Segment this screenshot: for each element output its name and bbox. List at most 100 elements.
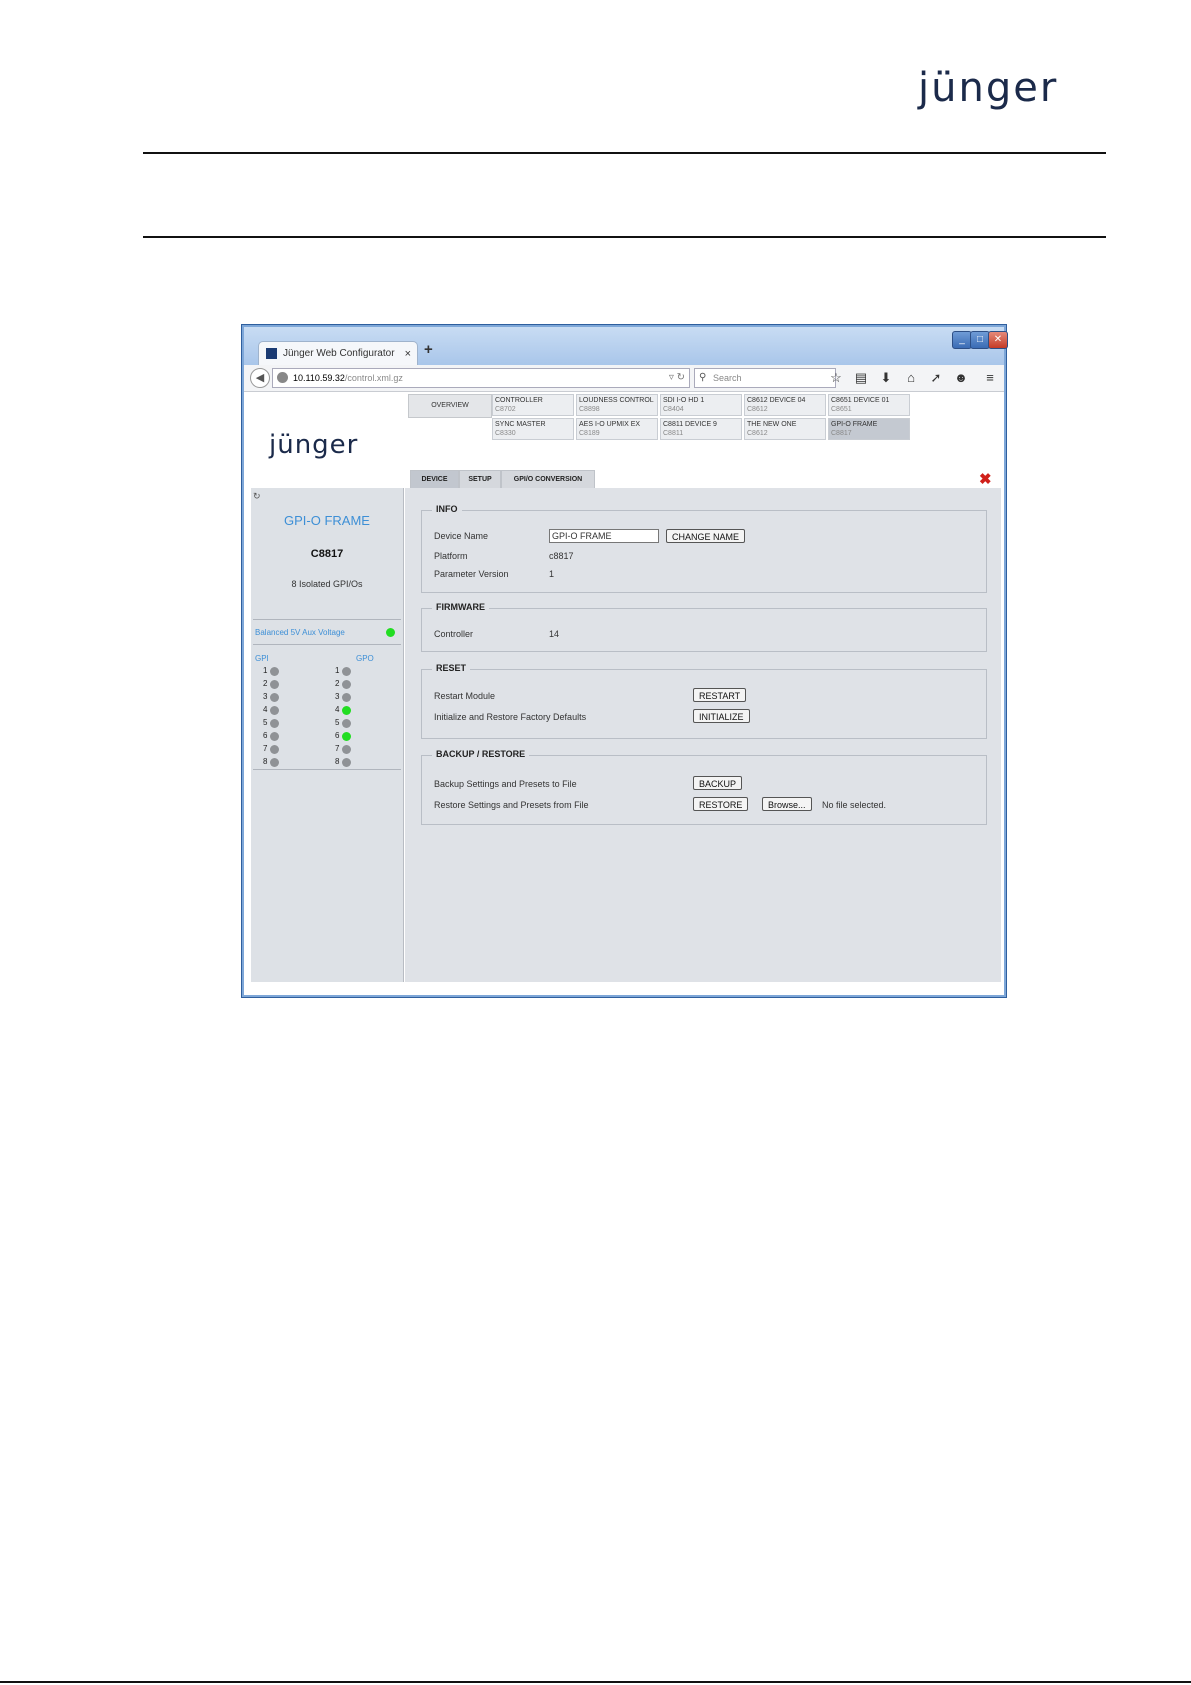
tab-setup[interactable]: SETUP: [459, 470, 501, 489]
browse-button[interactable]: Browse...: [762, 797, 812, 811]
device-name-label: Device Name: [434, 531, 489, 541]
refresh-icon[interactable]: ↻: [253, 491, 261, 502]
platform-value: c8817: [549, 551, 574, 561]
footer-rule: [0, 1681, 1191, 1683]
app-logo: jünger: [269, 430, 359, 460]
device-button[interactable]: C8811 DEVICE 9 C8811: [660, 418, 742, 440]
tab-device[interactable]: DEVICE: [410, 470, 459, 489]
parameter-version-value: 1: [549, 569, 555, 579]
restore-button[interactable]: RESTORE: [693, 797, 749, 811]
gpo-pin-number: 1: [335, 666, 340, 675]
gpo-pin-number: 6: [335, 731, 340, 740]
gpi-pin-number: 2: [263, 679, 268, 688]
gpi-led-indicator: [270, 680, 279, 689]
device-name: THE NEW ONE: [747, 421, 797, 428]
device-button[interactable]: GPI-O FRAME C8817: [828, 418, 910, 440]
gpi-led-indicator: [270, 745, 279, 754]
overview-button[interactable]: OVERVIEW: [408, 394, 492, 418]
window-close-icon[interactable]: ✕: [988, 331, 1008, 349]
device-code: C8898: [579, 406, 600, 413]
device-button[interactable]: CONTROLLER C8702: [492, 394, 574, 416]
gpo-led-indicator: [342, 706, 351, 715]
gpo-led-indicator: [342, 693, 351, 702]
device-name: GPI-O FRAME: [831, 421, 878, 428]
initialize-label: Initialize and Restore Factory Defaults: [434, 712, 587, 722]
gpo-led-indicator: [342, 719, 351, 728]
device-code: C8189: [579, 430, 600, 437]
back-arrow-icon[interactable]: ◀: [250, 368, 270, 388]
change-name-button[interactable]: CHANGE NAME: [666, 529, 746, 543]
browser-window: Jünger Web Configurator × + _ □ ✕ ◀ 10.1…: [241, 324, 1008, 998]
device-code: C8811: [663, 430, 684, 437]
info-section: INFO Device Name GPI-O FRAME CHANGE NAME…: [421, 504, 987, 593]
device-name: CONTROLLER: [495, 397, 543, 404]
gpo-led-indicator: [342, 680, 351, 689]
gpi-led-indicator: [270, 693, 279, 702]
device-code: C8330: [495, 430, 516, 437]
menu-icon[interactable]: ≡: [981, 369, 999, 387]
sidebar-divider: [253, 769, 401, 770]
home-icon[interactable]: ⌂: [902, 369, 920, 387]
platform-label: Platform: [434, 551, 468, 561]
device-button[interactable]: LOUDNESS CONTROL C8898: [576, 394, 658, 416]
bookmark-star-icon[interactable]: ☆: [827, 369, 845, 387]
info-legend: INFO: [432, 504, 462, 514]
gpi-pin-number: 8: [263, 757, 268, 766]
aux-voltage-indicator: [386, 628, 395, 637]
close-panel-icon[interactable]: ✖: [979, 470, 992, 488]
browser-tab[interactable]: Jünger Web Configurator ×: [258, 341, 418, 366]
gpi-pin-number: 7: [263, 744, 268, 753]
send-icon[interactable]: ➚: [927, 369, 945, 387]
restart-label: Restart Module: [434, 691, 496, 701]
sidebar-device-description: 8 Isolated GPI/Os: [291, 579, 363, 589]
backup-button[interactable]: BACKUP: [693, 776, 743, 790]
header-rule-top: [143, 152, 1106, 154]
device-button[interactable]: SDI I-O HD 1 C8404: [660, 394, 742, 416]
device-code: C8702: [495, 406, 516, 413]
backup-restore-section: BACKUP / RESTORE Backup Settings and Pre…: [421, 749, 987, 825]
gpo-led-indicator: [342, 732, 351, 741]
device-button[interactable]: C8612 DEVICE 04 C8612: [744, 394, 826, 416]
initialize-button[interactable]: INITIALIZE: [693, 709, 750, 723]
new-tab-button[interactable]: +: [424, 341, 433, 358]
tab-gpio-conversion[interactable]: GPI/O CONVERSION: [501, 470, 595, 489]
device-name: C8612 DEVICE 04: [747, 397, 806, 404]
controller-label: Controller: [434, 629, 474, 639]
sidebar-device-title: GPI-O FRAME: [284, 513, 370, 528]
gpi-pin-number: 3: [263, 692, 268, 701]
gpo-header: GPO: [356, 654, 374, 663]
device-code: C8612: [747, 406, 768, 413]
device-button[interactable]: SYNC MASTER C8330: [492, 418, 574, 440]
firmware-legend: FIRMWARE: [432, 602, 489, 612]
url-bar[interactable]: 10.110.59.32/control.xml.gz ▿ ↻: [272, 368, 690, 388]
device-button[interactable]: THE NEW ONE C8612: [744, 418, 826, 440]
controller-value: 14: [549, 629, 560, 639]
device-name: C8811 DEVICE 9: [663, 421, 717, 428]
globe-icon: [277, 372, 288, 383]
gpi-pin-number: 1: [263, 666, 268, 675]
device-code: C8651: [831, 406, 852, 413]
search-box[interactable]: ⚲ Search: [694, 368, 836, 388]
minimize-icon[interactable]: _: [952, 331, 972, 349]
device-name-input[interactable]: GPI-O FRAME: [549, 529, 659, 543]
browser-tab-bar: Jünger Web Configurator × + _ □ ✕: [244, 327, 1008, 366]
gpi-led-indicator: [270, 732, 279, 741]
reading-list-icon[interactable]: ▤: [852, 369, 870, 387]
maximize-icon[interactable]: □: [970, 331, 990, 349]
device-name: SYNC MASTER: [495, 421, 546, 428]
device-button[interactable]: C8651 DEVICE 01 C8651: [828, 394, 910, 416]
device-button[interactable]: AES I-O UPMIX EX C8189: [576, 418, 658, 440]
device-name: SDI I-O HD 1: [663, 397, 705, 404]
reset-legend: RESET: [432, 663, 471, 673]
tab-close-icon[interactable]: ×: [405, 342, 411, 366]
sidebar-divider: [253, 619, 401, 620]
browser-nav-bar: ◀ 10.110.59.32/control.xml.gz ▿ ↻ ⚲ Sear…: [244, 365, 1004, 392]
gpi-header: GPI: [255, 654, 269, 663]
reset-section: RESET Restart Module RESTART Initialize …: [421, 663, 987, 739]
chat-icon[interactable]: ☻: [952, 369, 970, 387]
reload-icon[interactable]: ▿ ↻: [669, 369, 685, 387]
download-icon[interactable]: ⬇: [877, 369, 895, 387]
gpo-pin-number: 3: [335, 692, 340, 701]
favicon-icon: [266, 348, 277, 359]
restart-button[interactable]: RESTART: [693, 688, 747, 702]
